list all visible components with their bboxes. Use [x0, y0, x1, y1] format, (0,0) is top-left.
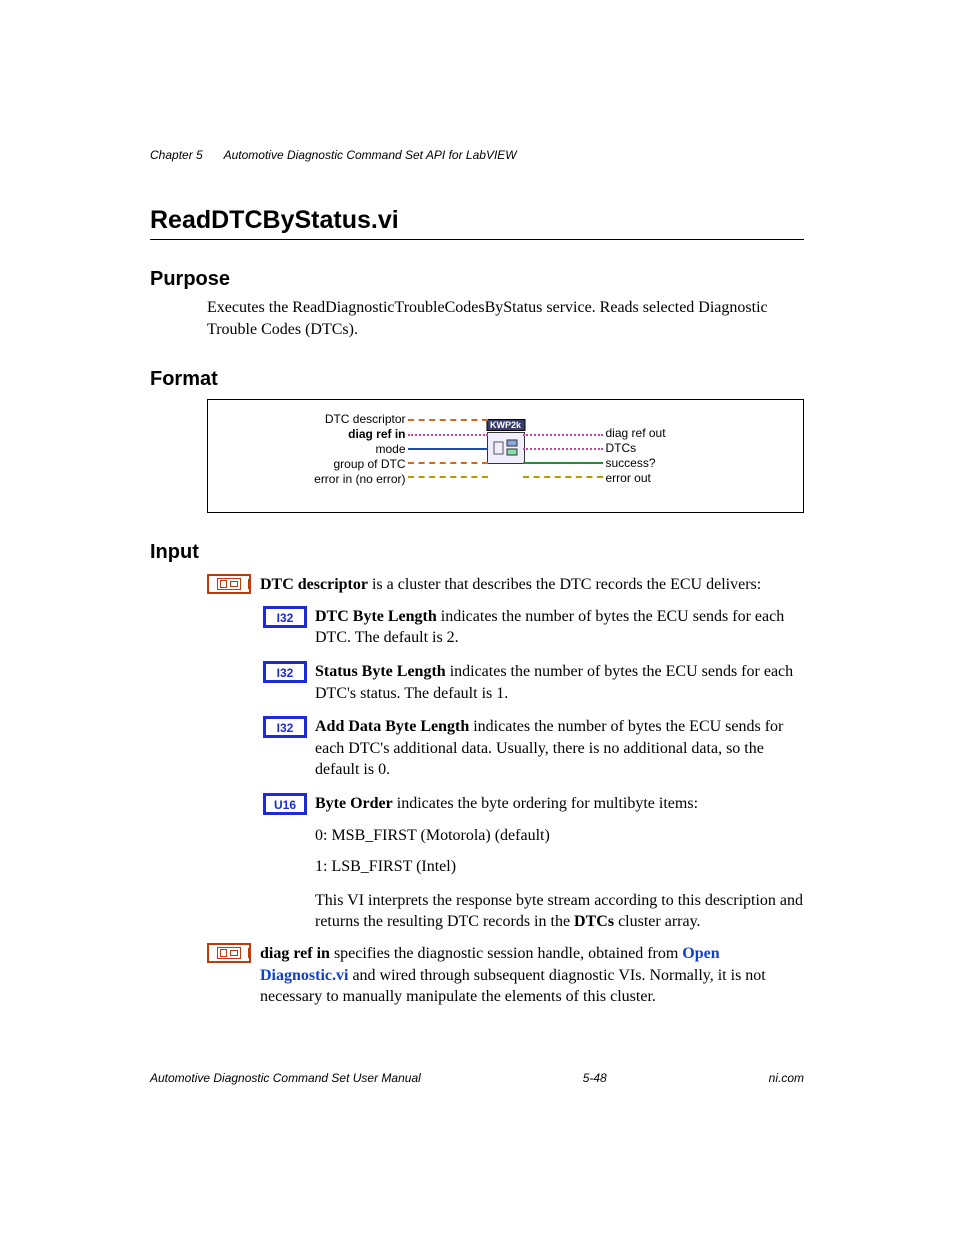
- cluster-icon: [207, 574, 251, 594]
- wire-error-out: [523, 476, 603, 478]
- byte-order-text: indicates the byte ordering for multibyt…: [393, 795, 698, 812]
- vi-output-labels: diag ref out DTCs success? error out: [606, 426, 666, 486]
- dtc-descriptor-line: DTC descriptor is a cluster that describ…: [260, 574, 804, 596]
- vi-output-diag-ref-out: diag ref out: [606, 426, 666, 441]
- kwp-tag: KWP2k: [486, 419, 525, 431]
- byte-order-line: Byte Order indicates the byte ordering f…: [315, 793, 804, 815]
- entry-diag-ref-in: diag ref in specifies the diagnostic ses…: [150, 943, 804, 1008]
- dtc-desc-footer-bold: DTCs: [574, 913, 614, 930]
- wire-success: [523, 462, 603, 464]
- wire-group: [408, 462, 488, 464]
- add-data-byte-length-line: Add Data Byte Length indicates the numbe…: [315, 716, 804, 781]
- footer-left: Automotive Diagnostic Command Set User M…: [150, 1071, 421, 1085]
- dtc-descriptor-label: DTC descriptor: [260, 576, 368, 593]
- i32-icon: I32: [263, 661, 307, 683]
- vi-input-group-of-dtc: group of DTC: [314, 457, 405, 472]
- status-byte-length-line: Status Byte Length indicates the number …: [315, 661, 804, 704]
- vi-output-dtcs: DTCs: [606, 441, 666, 456]
- diag-ref-in-text-pre: specifies the diagnostic session handle,…: [330, 945, 682, 962]
- vi-input-diag-ref-in: diag ref in: [314, 427, 405, 442]
- dtc-desc-footer-pre: This VI interprets the response byte str…: [315, 892, 803, 931]
- dtc-descriptor-text: is a cluster that describes the DTC reco…: [368, 576, 761, 593]
- wire-dtcs: [523, 448, 603, 450]
- cluster-icon: [207, 943, 251, 963]
- wire-error-in: [408, 476, 488, 478]
- vi-node-glyph-icon: [493, 439, 519, 457]
- format-heading: Format: [150, 368, 804, 391]
- vi-input-error-in: error in (no error): [314, 472, 405, 487]
- footer-right: ni.com: [769, 1071, 804, 1085]
- byte-order-option-1: 1: LSB_FIRST (Intel): [315, 856, 804, 878]
- vi-input-labels: DTC descriptor diag ref in mode group of…: [314, 412, 405, 487]
- dtc-byte-length-label: DTC Byte Length: [315, 608, 437, 625]
- chapter-title: Automotive Diagnostic Command Set API fo…: [224, 148, 517, 162]
- vi-input-dtc-descriptor: DTC descriptor: [314, 412, 405, 427]
- vi-node-icon: [487, 432, 525, 464]
- wire-mode: [408, 448, 488, 450]
- wire-dtc-desc: [408, 419, 488, 421]
- vi-output-error-out: error out: [606, 471, 666, 486]
- entry-dtc-descriptor: DTC descriptor is a cluster that describ…: [150, 574, 804, 596]
- i32-icon: I32: [263, 606, 307, 628]
- vi-input-mode: mode: [314, 442, 405, 457]
- diag-ref-in-line: diag ref in specifies the diagnostic ses…: [260, 943, 804, 1008]
- running-header: Chapter 5 Automotive Diagnostic Command …: [150, 148, 804, 162]
- entry-dtc-desc-footer: This VI interprets the response byte str…: [150, 890, 804, 933]
- input-heading: Input: [150, 541, 804, 564]
- dtc-byte-length-line: DTC Byte Length indicates the number of …: [315, 606, 804, 649]
- purpose-heading: Purpose: [150, 268, 804, 291]
- diag-ref-in-label: diag ref in: [260, 945, 330, 962]
- dtc-desc-footer: This VI interprets the response byte str…: [315, 890, 804, 933]
- page-footer: Automotive Diagnostic Command Set User M…: [150, 1071, 804, 1085]
- byte-order-option-0: 0: MSB_FIRST (Motorola) (default): [315, 825, 804, 847]
- wire-diag-ref-out: [523, 434, 603, 436]
- byte-order-label: Byte Order: [315, 795, 393, 812]
- page-title: ReadDTCByStatus.vi: [150, 206, 804, 235]
- entry-byte-order: U16 Byte Order indicates the byte orderi…: [150, 793, 804, 878]
- footer-center: 5-48: [583, 1071, 607, 1085]
- chapter-label: Chapter 5: [150, 148, 203, 162]
- entry-add-data-byte-length: I32 Add Data Byte Length indicates the n…: [150, 716, 804, 781]
- entry-dtc-byte-length: I32 DTC Byte Length indicates the number…: [150, 606, 804, 649]
- status-byte-length-label: Status Byte Length: [315, 663, 446, 680]
- vi-output-success: success?: [606, 456, 666, 471]
- i32-icon: I32: [263, 716, 307, 738]
- u16-icon: U16: [263, 793, 307, 815]
- title-rule: [150, 239, 804, 240]
- purpose-text: Executes the ReadDiagnosticTroubleCodesB…: [207, 297, 804, 340]
- add-data-byte-length-label: Add Data Byte Length: [315, 718, 469, 735]
- wire-diag-ref-in: [408, 434, 488, 436]
- format-diagram-box: DTC descriptor diag ref in mode group of…: [207, 399, 804, 513]
- entry-status-byte-length: I32 Status Byte Length indicates the num…: [150, 661, 804, 704]
- dtc-desc-footer-post: cluster array.: [614, 913, 700, 930]
